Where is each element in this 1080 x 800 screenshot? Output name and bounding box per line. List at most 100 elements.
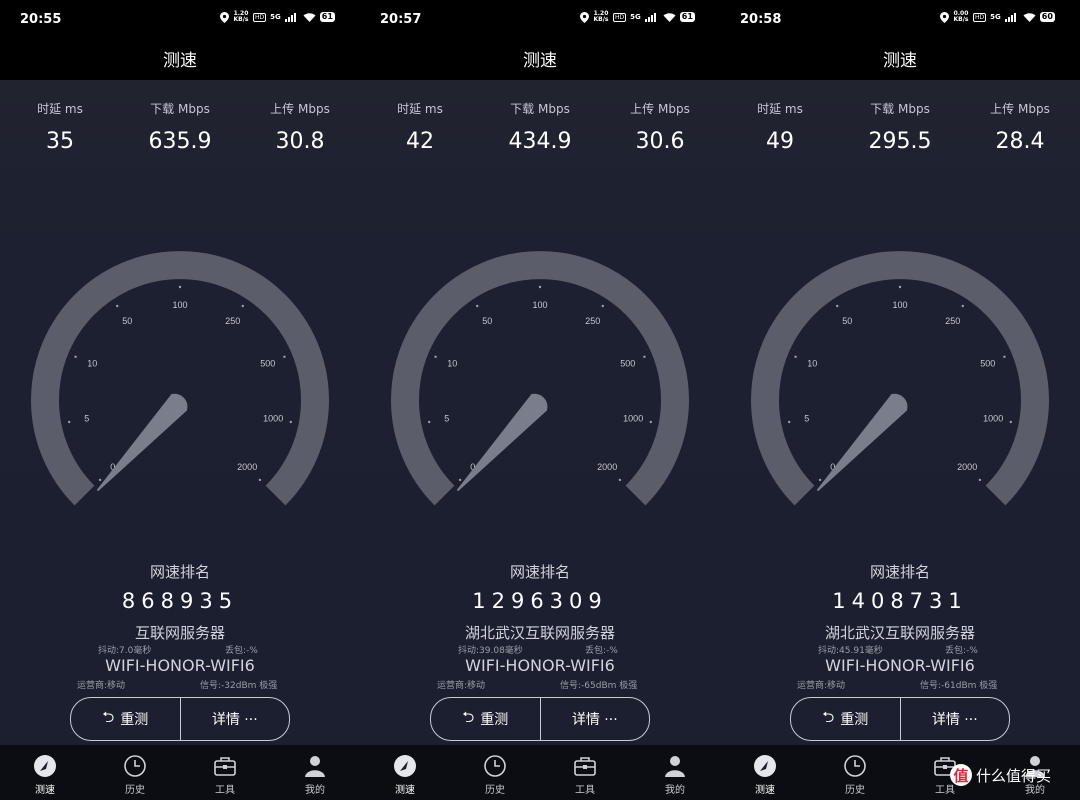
metric-value: 30.6: [635, 129, 685, 154]
gauge-tick-dot: [538, 285, 542, 289]
details-button[interactable]: 详情 ···: [539, 698, 650, 740]
location-icon: [220, 11, 229, 23]
gauge-needle: [817, 393, 908, 491]
network-type: 5G: [990, 13, 1001, 21]
retest-button[interactable]: ⮌ 重测: [71, 698, 180, 740]
nav-item-me[interactable]: 我的: [630, 745, 720, 800]
status-bar: 20:57 1.20 KB/s HD 5G 61: [360, 0, 720, 40]
gauge-tick-dot: [258, 478, 262, 482]
user-profile-icon: [665, 756, 685, 777]
speed-gauge: 05105010025050010002000: [751, 251, 1049, 506]
bottom-nav: 测速 历史 工具 我的: [0, 745, 360, 800]
battery-level: 61: [319, 12, 335, 22]
metric-latency: 时延 ms 35: [0, 100, 120, 154]
speedtest-screen-1: 20:55 1.20 KB/s HD 5G 61 测速 时延 ms 35 下载 Mbps 635.…: [0, 0, 360, 800]
network-speed: 1.20 KB/s: [593, 10, 609, 23]
jitter-text: 抖动:39.08毫秒: [458, 646, 523, 656]
page-title: 测速: [883, 51, 917, 71]
nav-item-tools[interactable]: 工具: [180, 745, 270, 800]
action-buttons: ⮌ 重测 详情 ···: [790, 697, 1010, 741]
cellular-signal-icon: [1004, 13, 1016, 22]
nav-label: 历史: [845, 785, 865, 796]
metric-latency: 时延 ms 42: [360, 100, 480, 154]
server-name: 互联网服务器: [134, 624, 225, 642]
gauge-tick-label: 5: [84, 414, 89, 424]
rank-label: 网速排名: [869, 563, 930, 581]
rank-label: 网速排名: [509, 563, 570, 581]
nav-item-speedtest[interactable]: 测速: [720, 745, 810, 800]
gauge-tick-label: 500: [260, 359, 275, 369]
carrier-text: 运营商:移动: [797, 681, 846, 691]
gauge-tick-label: 1000: [983, 414, 1003, 424]
gauge-tick-label: 100: [532, 300, 547, 310]
metric-upload: 上传 Mbps 28.4: [960, 100, 1080, 154]
wifi-icon: [1023, 13, 1036, 22]
toolbox-icon: [574, 757, 596, 776]
details-label: 详情 ···: [931, 712, 978, 728]
gauge-tick-dot: [74, 355, 77, 358]
nav-item-history[interactable]: 历史: [450, 745, 540, 800]
retest-button[interactable]: ⮌ 重测: [791, 698, 900, 740]
gauge-tick-dot: [978, 478, 982, 482]
gauge-tick-label: 500: [980, 359, 995, 369]
retest-label: 重测: [480, 712, 509, 728]
signal-strength-text: 信号:-32dBm 极强: [200, 681, 278, 691]
metric-label: 上传 Mbps: [630, 102, 690, 116]
nav-label: 历史: [485, 785, 505, 796]
nav-label: 我的: [305, 785, 325, 796]
gauge-tick-label: 5: [804, 414, 809, 424]
rank-label: 网速排名: [149, 563, 210, 581]
status-time: 20:55: [20, 12, 62, 27]
status-time: 20:57: [380, 12, 422, 27]
metric-value: 635.9: [148, 129, 212, 154]
status-time: 20:58: [740, 12, 782, 27]
nav-label: 工具: [215, 785, 235, 796]
details-button[interactable]: 详情 ···: [899, 698, 1010, 740]
nav-item-speedtest[interactable]: 测速: [360, 745, 450, 800]
page-title: 测速: [523, 51, 557, 71]
gauge-tick-dot: [428, 420, 431, 424]
gauge-container: 0 5 10 50 100 250 500 1000 2000: [0, 250, 360, 540]
gauge-tick-label: 500: [620, 359, 635, 369]
hd-icon: HD: [253, 12, 267, 22]
nav-item-history[interactable]: 历史: [90, 745, 180, 800]
gauge-tick-label: 250: [585, 316, 600, 326]
metric-label: 时延 ms: [37, 102, 83, 116]
metric-value: 30.8: [275, 129, 325, 154]
speedtest-screen-2: 20:57 1.20 KB/s HD 5G 61 测速 时延 ms 42 下载 Mbps 434.…: [360, 0, 720, 800]
nav-item-tools[interactable]: 工具: [540, 745, 630, 800]
nav-item-history[interactable]: 历史: [810, 745, 900, 800]
metric-label: 上传 Mbps: [990, 102, 1050, 116]
title-bar: 测速: [0, 40, 360, 80]
gauge-tick-dot: [818, 478, 822, 482]
details-button[interactable]: 详情 ···: [179, 698, 290, 740]
gauge-tick-dot: [434, 355, 437, 358]
rank-number: 868935: [121, 589, 239, 613]
network-type: 5G: [630, 13, 641, 21]
gauge-tick-label: 250: [945, 316, 960, 326]
gauge-tick-dot: [283, 355, 286, 358]
metric-value: 28.4: [995, 129, 1045, 154]
status-bar: 20:55 1.20 KB/s HD 5G 61: [0, 0, 360, 40]
retest-button[interactable]: ⮌ 重测: [431, 698, 540, 740]
wifi-ssid: WIFI-HONOR-WIFI6: [825, 656, 975, 675]
packet-loss-text: 丢包:-%: [225, 646, 258, 656]
nav-item-me[interactable]: 我的: [270, 745, 360, 800]
gauge-tick-dot: [178, 285, 182, 289]
gauge-tick-label: 250: [225, 316, 240, 326]
watermark: 值 什么值得买: [950, 764, 1051, 786]
gauge-tick-label: 2000: [597, 462, 617, 472]
gauge-tick-dot: [116, 304, 119, 308]
watermark-logo-icon: 值: [950, 764, 972, 786]
speedometer-icon: [34, 755, 56, 777]
gauge-tick-label: 5: [444, 414, 449, 424]
gauge-tick-label: 50: [482, 316, 492, 326]
metric-download: 下载 Mbps 434.9: [480, 100, 600, 154]
cellular-signal-icon: [284, 13, 296, 22]
nav-item-speedtest[interactable]: 测速: [0, 745, 90, 800]
gauge-tick-dot: [788, 420, 791, 424]
wifi-ssid: WIFI-HONOR-WIFI6: [465, 656, 615, 675]
location-icon: [580, 11, 589, 23]
gauge-tick-dot: [961, 304, 964, 308]
jitter-text: 抖动:45.91毫秒: [818, 646, 883, 656]
